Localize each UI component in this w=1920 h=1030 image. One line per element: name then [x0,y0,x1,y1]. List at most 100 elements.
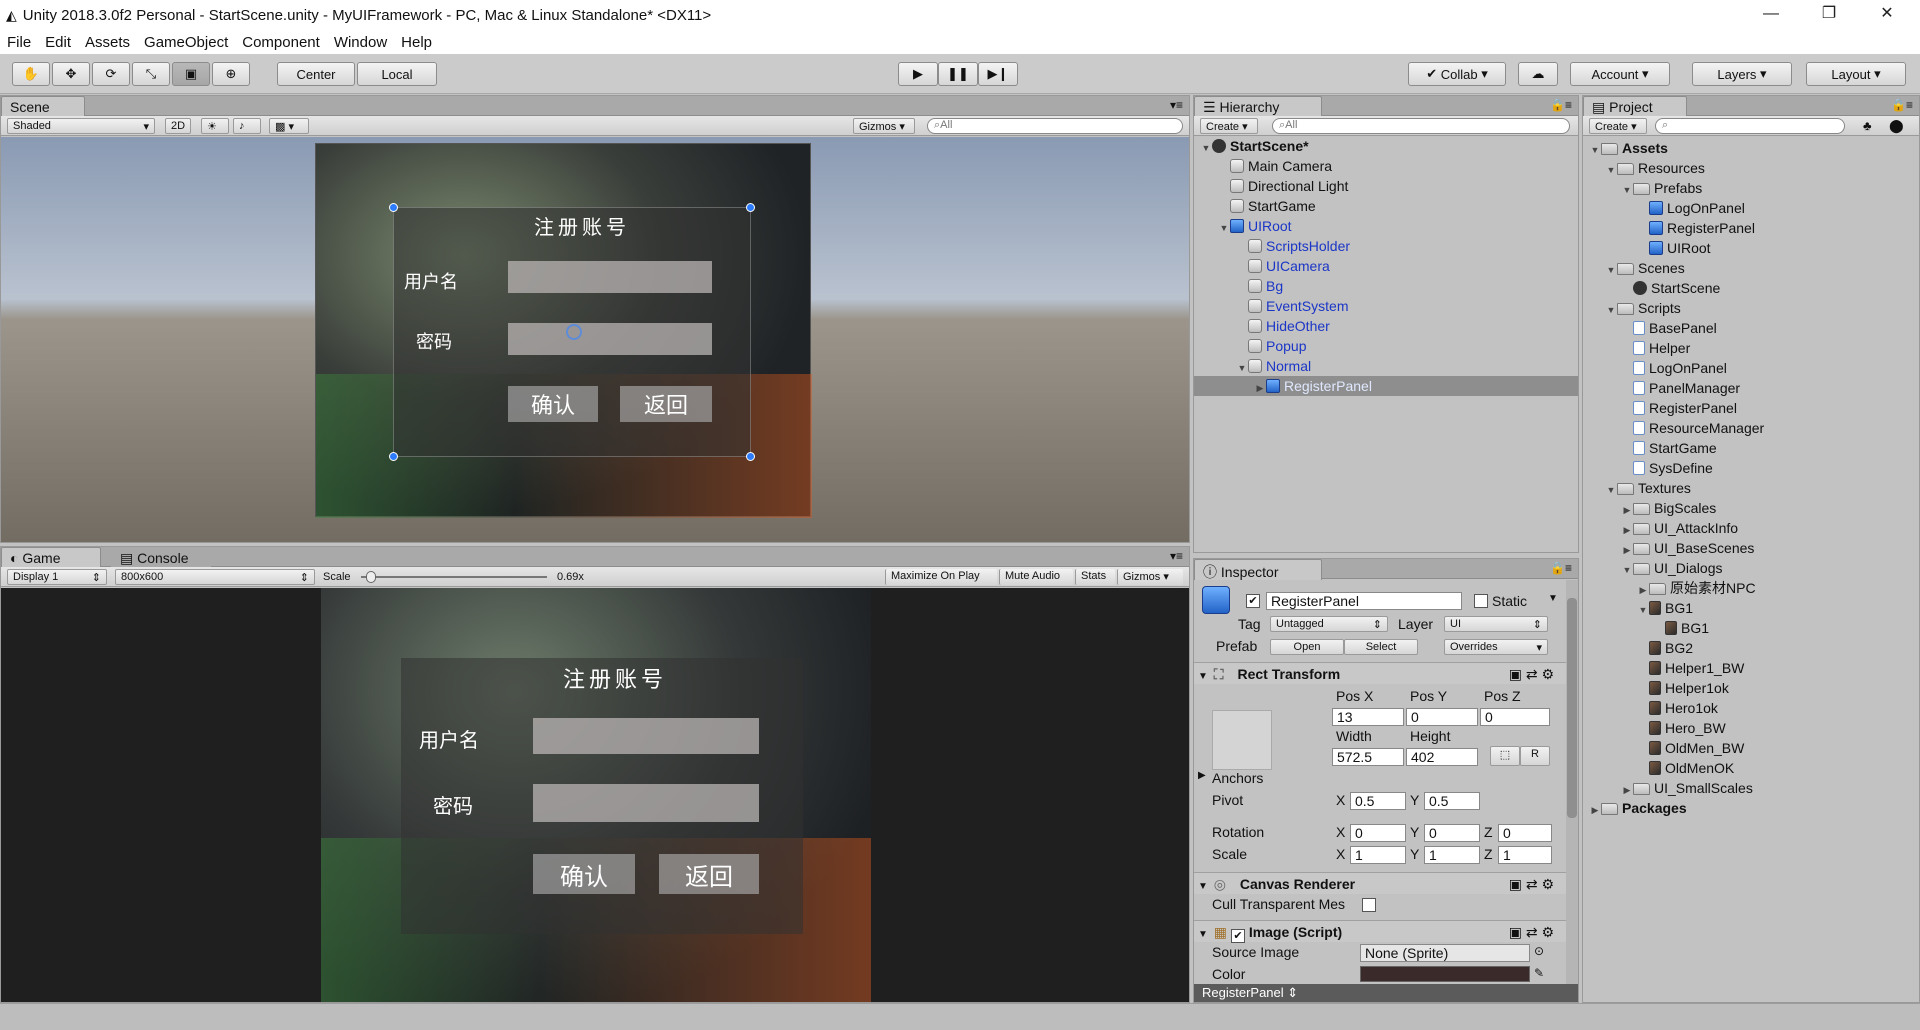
scene-confirm-button[interactable]: 确认 [508,386,598,422]
anchors-foldout-icon[interactable]: ▶ [1198,770,1206,781]
minimize-button[interactable]: — [1742,0,1800,30]
collapsed-arrow-icon[interactable]: ▶ [1637,580,1649,600]
hierarchy-item[interactable]: Popup [1194,336,1578,356]
rect-handle-bottom-right[interactable] [746,452,755,461]
image-script-header[interactable]: ▼ ▦ ✔ Image (Script) ▣ ⇄ ⚙ [1194,920,1566,943]
pivot-handle[interactable] [566,324,582,340]
project-item[interactable]: ▶ Packages [1583,798,1919,818]
play-button[interactable]: ▶ [898,62,938,86]
close-button[interactable]: ✕ [1858,0,1916,30]
project-search-input[interactable]: ⌕ [1655,118,1845,134]
inspector-footer[interactable]: RegisterPanel ⇕ [1194,984,1578,1002]
project-item[interactable]: SysDefine [1583,458,1919,478]
game-register-panel[interactable]: 注册账号 用户名 密码 确认 返回 [401,658,803,934]
hierarchy-item[interactable]: Bg [1194,276,1578,296]
effects-icon[interactable]: ▩ ▾ [269,118,309,134]
scale-x-field[interactable]: 1 [1350,846,1406,864]
expanded-arrow-icon[interactable]: ▼ [1605,260,1617,280]
scale-y-field[interactable]: 1 [1424,846,1480,864]
project-item[interactable]: OldMenOK [1583,758,1919,778]
raw-edit-button[interactable]: R [1520,746,1550,766]
shading-dropdown[interactable]: Shaded ▾ [7,118,155,134]
maximize-on-play-toggle[interactable]: Maximize On Play [885,569,997,585]
scale-slider-thumb[interactable] [366,571,377,583]
collapsed-arrow-icon[interactable]: ▶ [1621,780,1633,800]
hierarchy-item[interactable]: ScriptsHolder [1194,236,1578,256]
hierarchy-item[interactable]: ▼ Normal [1194,356,1578,376]
expanded-arrow-icon[interactable]: ▼ [1589,140,1601,160]
project-item[interactable]: RegisterPanel [1583,398,1919,418]
scene-register-panel[interactable]: 注册账号 用户名 密码 确认 返回 [389,203,755,461]
width-field[interactable]: 572.5 [1332,748,1404,766]
tab-inspector[interactable]: ⓘ Inspector [1194,559,1322,580]
expanded-arrow-icon[interactable]: ▼ [1200,138,1212,158]
pivot-y-field[interactable]: 0.5 [1424,792,1480,810]
expanded-arrow-icon[interactable]: ▼ [1218,218,1230,238]
project-item[interactable]: LogOnPanel [1583,198,1919,218]
display-dropdown[interactable]: Display 1 ⇕ [7,569,107,585]
project-item[interactable]: ▶ 原始素材NPC [1583,578,1919,598]
prefab-open-button[interactable]: Open [1270,639,1344,655]
source-image-field[interactable]: None (Sprite) [1360,944,1530,962]
project-item[interactable]: ▼ Assets [1583,138,1919,158]
tab-scene[interactable]: Scene [1,96,85,117]
component-settings-icon[interactable]: ▣ ⇄ ⚙ [1509,873,1554,895]
hierarchy-search-input[interactable]: ⌕All [1272,118,1570,134]
mute-audio-toggle[interactable]: Mute Audio [999,569,1073,585]
project-item[interactable]: PanelManager [1583,378,1919,398]
project-item[interactable]: ▼ Resources [1583,158,1919,178]
hierarchy-item[interactable]: Directional Light [1194,176,1578,196]
project-item[interactable]: ▼ Scripts [1583,298,1919,318]
project-item[interactable]: ▼ Prefabs [1583,178,1919,198]
expanded-arrow-icon[interactable]: ▼ [1236,358,1248,378]
rotation-z-field[interactable]: 0 [1498,824,1552,842]
layout-dropdown[interactable]: Layout ▾ [1806,62,1906,86]
resolution-dropdown[interactable]: 800x600 ⇕ [115,569,315,585]
expanded-arrow-icon[interactable]: ▼ [1621,180,1633,200]
object-name-field[interactable]: RegisterPanel [1266,592,1462,610]
hand-tool-icon[interactable]: ✋ [12,62,50,86]
project-item[interactable]: LogOnPanel [1583,358,1919,378]
tab-hierarchy[interactable]: ☰ Hierarchy [1194,96,1322,117]
static-dropdown-arrow-icon[interactable]: ▼ [1548,593,1558,604]
project-item[interactable]: StartScene [1583,278,1919,298]
tag-dropdown[interactable]: Untagged ⇕ [1270,616,1388,632]
prefab-overrides-dropdown[interactable]: Overrides ▾ [1444,639,1548,655]
scene-search-input[interactable]: ⌕All [927,118,1183,134]
hierarchy-item[interactable]: Main Camera [1194,156,1578,176]
scene-username-input[interactable] [508,261,712,293]
inspector-scrollbar[interactable] [1566,580,1578,984]
hierarchy-item[interactable]: HideOther [1194,316,1578,336]
hierarchy-item[interactable]: ▶ RegisterPanel [1194,376,1578,396]
panel-menu-icon[interactable]: ▾≡ [1170,549,1183,563]
project-item[interactable]: Hero1ok [1583,698,1919,718]
scene-viewport[interactable]: 注册账号 用户名 密码 确认 返回 [1,137,1189,542]
project-item[interactable]: Helper1ok [1583,678,1919,698]
rect-handle-top-left[interactable] [389,203,398,212]
scene-gizmos-dropdown[interactable]: Gizmos ▾ [853,118,915,134]
lighting-icon[interactable]: ☀ [201,118,229,134]
project-item[interactable]: Hero_BW [1583,718,1919,738]
project-item[interactable]: ResourceManager [1583,418,1919,438]
game-confirm-button[interactable]: 确认 [533,854,635,894]
menu-window[interactable]: Window [334,34,387,51]
lock-icon[interactable]: 🔒≡ [1550,561,1572,575]
scale-tool-icon[interactable]: ⤡ [132,62,170,86]
hierarchy-item[interactable]: StartGame [1194,196,1578,216]
project-create-dropdown[interactable]: Create ▾ [1589,118,1647,134]
pos-y-field[interactable]: 0 [1406,708,1478,726]
game-viewport[interactable]: 注册账号 用户名 密码 确认 返回 [1,588,1189,1002]
menu-edit[interactable]: Edit [45,34,71,51]
project-item[interactable]: UIRoot [1583,238,1919,258]
canvas-renderer-header[interactable]: ▼ ◎ Canvas Renderer ▣ ⇄ ⚙ [1194,872,1566,894]
menu-assets[interactable]: Assets [85,34,130,51]
component-settings-icon[interactable]: ▣ ⇄ ⚙ [1509,663,1554,685]
project-item[interactable]: RegisterPanel [1583,218,1919,238]
expanded-arrow-icon[interactable]: ▼ [1637,600,1649,620]
menu-component[interactable]: Component [242,34,320,51]
rect-handle-top-right[interactable] [746,203,755,212]
filter-label-icon[interactable]: ⬤ [1889,118,1904,134]
collapsed-arrow-icon[interactable]: ▶ [1589,800,1601,820]
rect-transform-header[interactable]: ▼ ⛶ Rect Transform ▣ ⇄ ⚙ [1194,662,1566,684]
game-password-input[interactable] [533,784,759,822]
